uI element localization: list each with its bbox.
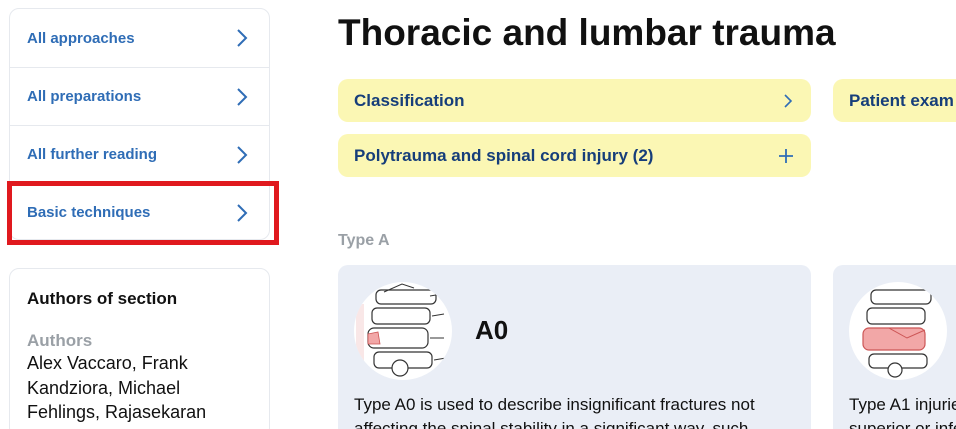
spine-illustration-icon (849, 282, 947, 380)
sidebar-item-all-further-reading[interactable]: All further reading (10, 125, 269, 183)
chevron-right-icon (235, 87, 249, 107)
plus-icon (777, 147, 795, 165)
authors-subtitle: Authors (27, 331, 93, 350)
card-description: Type A0 is used to describe insignifican… (354, 395, 755, 429)
sidebar-item-all-preparations[interactable]: All preparations (10, 67, 269, 125)
card-title: A0 (475, 315, 509, 345)
type-card-a1[interactable]: A1 Type A1 injuries involve either the s… (833, 265, 956, 429)
page-title: Thoracic and lumbar trauma (338, 12, 836, 53)
authors-title: Authors of section (27, 289, 178, 308)
card-description: Type A1 injuries involve either the supe… (849, 395, 956, 429)
spine-illustration-icon (354, 282, 452, 380)
chevron-right-icon (235, 145, 249, 165)
sidebar-item-label: All approaches (27, 29, 135, 47)
authors-names: Alex Vaccaro, Frank Kandziora, Michael F… (27, 353, 207, 429)
sidebar-item-label: All further reading (27, 146, 158, 163)
classification-button[interactable]: Classification (338, 79, 811, 122)
highlight-box (7, 181, 279, 245)
pill-label: Polytrauma and spinal cord injury (2) (354, 145, 654, 165)
pill-label: Patient exam (849, 90, 954, 110)
patient-exam-button[interactable]: Patient exam (833, 79, 956, 122)
section-label: Type A (338, 232, 390, 249)
sidebar-item-label: All preparations (27, 88, 142, 105)
sidebar-item-all-approaches[interactable]: All approaches (10, 9, 269, 67)
chevron-right-icon (235, 28, 249, 48)
polytrauma-button[interactable]: Polytrauma and spinal cord injury (2) (338, 134, 811, 177)
pill-label: Classification (354, 90, 465, 110)
authors-card: Authors of section Authors Alex Vaccaro,… (9, 268, 270, 429)
chevron-right-icon (781, 91, 795, 111)
type-card-a0[interactable]: A0 Type A0 is used to describe insignifi… (338, 265, 811, 429)
